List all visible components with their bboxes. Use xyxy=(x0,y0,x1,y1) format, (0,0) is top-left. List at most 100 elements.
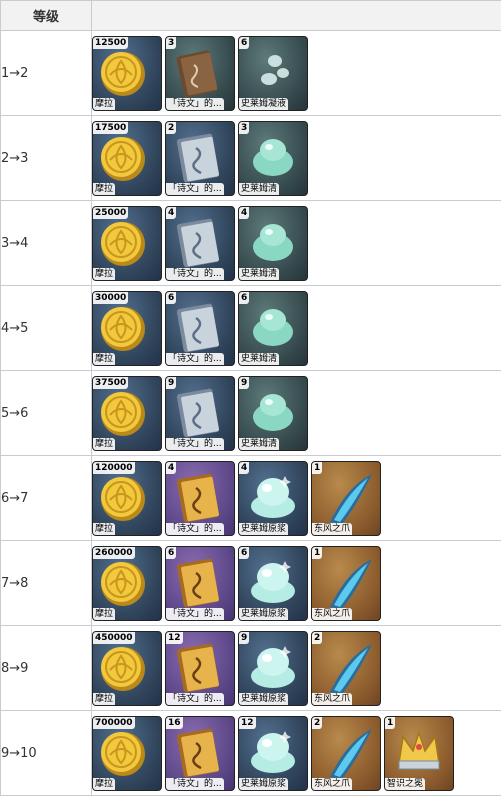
materials-cell: 25000 摩拉 4 「诗文」的... 4 史莱姆清 xyxy=(91,200,501,286)
material-quantity: 1 xyxy=(385,716,396,729)
material-quantity: 1 xyxy=(312,461,323,474)
materials-cell: 260000 摩拉 6 「诗文」的... 6 史莱姆原浆 1 东风之爪 xyxy=(91,540,501,626)
material-item[interactable]: 4 史莱姆清 xyxy=(238,205,308,281)
material-name: 史莱姆清 xyxy=(239,437,280,450)
material-name: 摩拉 xyxy=(93,267,116,280)
material-name: 摩拉 xyxy=(93,692,116,705)
material-item[interactable]: 450000 摩拉 xyxy=(92,630,162,706)
table-row: 4→5 30000 摩拉 6 「诗文」的... 6 史莱姆清 xyxy=(0,285,501,371)
material-item[interactable]: 3 「诗文」的... xyxy=(165,35,235,111)
material-name: 史莱姆原浆 xyxy=(239,777,289,790)
table-row: 6→7 120000 摩拉 4 「诗文」的... 4 史莱姆原浆 1 东风之爪 xyxy=(0,455,501,541)
material-item[interactable]: 12 「诗文」的... xyxy=(165,630,235,706)
material-quantity: 12 xyxy=(166,631,183,644)
level-cell: 9→10 xyxy=(0,710,92,796)
level-column-header: 等级 xyxy=(0,0,92,31)
material-item[interactable]: 2 东风之爪 xyxy=(311,715,381,791)
material-name: 摩拉 xyxy=(93,522,116,535)
material-quantity: 260000 xyxy=(93,546,135,559)
material-quantity: 37500 xyxy=(93,376,129,389)
material-quantity: 2 xyxy=(312,716,323,729)
material-quantity: 6 xyxy=(239,291,250,304)
material-item[interactable]: 4 史莱姆原浆 xyxy=(238,460,308,536)
material-item[interactable]: 6 史莱姆凝液 xyxy=(238,35,308,111)
material-quantity: 17500 xyxy=(93,121,129,134)
material-quantity: 6 xyxy=(239,36,250,49)
material-quantity: 12500 xyxy=(93,36,129,49)
material-name: 「诗文」的... xyxy=(166,777,224,790)
material-quantity: 4 xyxy=(166,206,177,219)
table-row: 8→9 450000 摩拉 12 「诗文」的... 9 史莱姆原浆 2 东风之爪 xyxy=(0,625,501,711)
materials-cell: 120000 摩拉 4 「诗文」的... 4 史莱姆原浆 1 东风之爪 xyxy=(91,455,501,541)
material-name: 「诗文」的... xyxy=(166,607,224,620)
material-item[interactable]: 6 史莱姆原浆 xyxy=(238,545,308,621)
materials-cell: 37500 摩拉 9 「诗文」的... 9 史莱姆清 xyxy=(91,370,501,456)
material-item[interactable]: 9 史莱姆清 xyxy=(238,375,308,451)
material-item[interactable]: 4 「诗文」的... xyxy=(165,460,235,536)
material-quantity: 9 xyxy=(239,631,250,644)
material-item[interactable]: 6 「诗文」的... xyxy=(165,290,235,366)
materials-cell: 17500 摩拉 2 「诗文」的... 3 史莱姆清 xyxy=(91,115,501,201)
table-header-row: 等级 xyxy=(0,0,501,31)
material-name: 「诗文」的... xyxy=(166,182,224,195)
material-name: 摩拉 xyxy=(93,352,116,365)
material-item[interactable]: 37500 摩拉 xyxy=(92,375,162,451)
material-item[interactable]: 30000 摩拉 xyxy=(92,290,162,366)
material-item[interactable]: 700000 摩拉 xyxy=(92,715,162,791)
material-name: 东风之爪 xyxy=(312,777,353,790)
materials-cell: 30000 摩拉 6 「诗文」的... 6 史莱姆清 xyxy=(91,285,501,371)
material-item[interactable]: 3 史莱姆清 xyxy=(238,120,308,196)
talent-upgrade-table: 等级 1→2 12500 摩拉 3 「诗文」的... 6 史莱姆凝液 2→3 17500 摩拉 2 「… xyxy=(0,0,501,796)
material-quantity: 16 xyxy=(166,716,183,729)
material-quantity: 9 xyxy=(166,376,177,389)
material-quantity: 6 xyxy=(239,546,250,559)
material-item[interactable]: 1 智识之冕 xyxy=(384,715,454,791)
material-quantity: 120000 xyxy=(93,461,135,474)
level-cell: 4→5 xyxy=(0,285,92,371)
material-quantity: 6 xyxy=(166,291,177,304)
level-cell: 1→2 xyxy=(0,30,92,116)
material-quantity: 9 xyxy=(239,376,250,389)
material-quantity: 3 xyxy=(166,36,177,49)
material-quantity: 12 xyxy=(239,716,256,729)
level-cell: 6→7 xyxy=(0,455,92,541)
table-row: 2→3 17500 摩拉 2 「诗文」的... 3 史莱姆清 xyxy=(0,115,501,201)
material-item[interactable]: 1 东风之爪 xyxy=(311,460,381,536)
material-item[interactable]: 17500 摩拉 xyxy=(92,120,162,196)
material-item[interactable]: 2 「诗文」的... xyxy=(165,120,235,196)
material-name: 摩拉 xyxy=(93,182,116,195)
material-item[interactable]: 260000 摩拉 xyxy=(92,545,162,621)
material-item[interactable]: 4 「诗文」的... xyxy=(165,205,235,281)
level-cell: 7→8 xyxy=(0,540,92,626)
material-item[interactable]: 9 史莱姆原浆 xyxy=(238,630,308,706)
material-item[interactable]: 12500 摩拉 xyxy=(92,35,162,111)
material-item[interactable]: 1 东风之爪 xyxy=(311,545,381,621)
material-name: 「诗文」的... xyxy=(166,97,224,110)
material-quantity: 4 xyxy=(239,206,250,219)
table-row: 5→6 37500 摩拉 9 「诗文」的... 9 史莱姆清 xyxy=(0,370,501,456)
material-item[interactable]: 2 东风之爪 xyxy=(311,630,381,706)
material-item[interactable]: 120000 摩拉 xyxy=(92,460,162,536)
material-quantity: 4 xyxy=(166,461,177,474)
table-row: 7→8 260000 摩拉 6 「诗文」的... 6 史莱姆原浆 1 东风之爪 xyxy=(0,540,501,626)
material-item[interactable]: 9 「诗文」的... xyxy=(165,375,235,451)
level-cell: 5→6 xyxy=(0,370,92,456)
table-row: 3→4 25000 摩拉 4 「诗文」的... 4 史莱姆清 xyxy=(0,200,501,286)
material-quantity: 450000 xyxy=(93,631,135,644)
material-item[interactable]: 25000 摩拉 xyxy=(92,205,162,281)
material-quantity: 700000 xyxy=(93,716,135,729)
material-quantity: 30000 xyxy=(93,291,129,304)
material-name: 史莱姆原浆 xyxy=(239,607,289,620)
material-name: 摩拉 xyxy=(93,97,116,110)
material-item[interactable]: 6 「诗文」的... xyxy=(165,545,235,621)
material-item[interactable]: 12 史莱姆原浆 xyxy=(238,715,308,791)
level-cell: 2→3 xyxy=(0,115,92,201)
material-name: 「诗文」的... xyxy=(166,352,224,365)
material-item[interactable]: 16 「诗文」的... xyxy=(165,715,235,791)
level-cell: 3→4 xyxy=(0,200,92,286)
material-name: 史莱姆凝液 xyxy=(239,97,289,110)
material-quantity: 6 xyxy=(166,546,177,559)
material-item[interactable]: 6 史莱姆清 xyxy=(238,290,308,366)
material-name: 「诗文」的... xyxy=(166,437,224,450)
material-name: 史莱姆原浆 xyxy=(239,692,289,705)
